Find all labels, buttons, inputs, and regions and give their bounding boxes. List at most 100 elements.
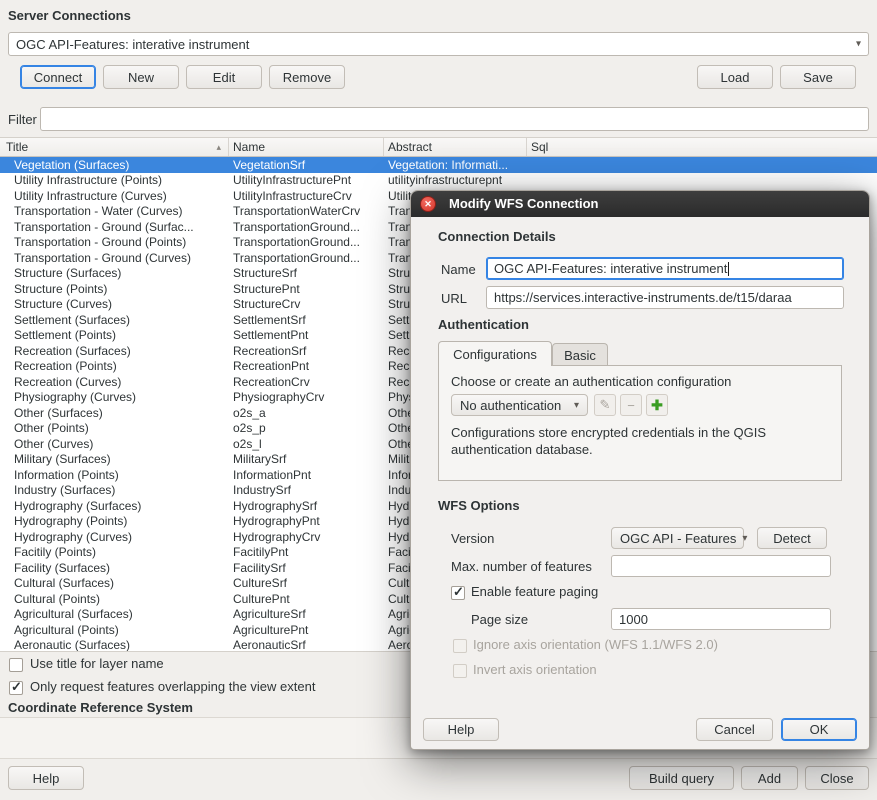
- cell-name: SettlementPnt: [229, 328, 384, 342]
- cell-name: o2s_l: [229, 437, 384, 451]
- dialog-titlebar[interactable]: ✕ Modify WFS Connection: [411, 191, 869, 217]
- connection-details-title: Connection Details: [438, 229, 556, 244]
- cell-name: UtilityInfrastructureCrv: [229, 189, 384, 203]
- column-header-sql[interactable]: Sql: [527, 138, 877, 156]
- cell-title: Physiography (Curves): [0, 390, 229, 404]
- url-label: URL: [441, 291, 467, 306]
- cell-name: AgricultureSrf: [229, 607, 384, 621]
- column-header-title[interactable]: Title ▴: [0, 138, 229, 156]
- sort-ascending-icon: ▴: [216, 142, 221, 153]
- load-button[interactable]: Load: [697, 65, 773, 89]
- detect-button[interactable]: Detect: [757, 527, 827, 549]
- cell-name: VegetationSrf: [229, 158, 384, 172]
- cell-name: InformationPnt: [229, 468, 384, 482]
- wfs-options-title: WFS Options: [438, 498, 520, 513]
- cell-title: Recreation (Surfaces): [0, 344, 229, 358]
- tab-basic[interactable]: Basic: [552, 343, 608, 366]
- cell-title: Transportation - Ground (Curves): [0, 251, 229, 265]
- add-auth-button[interactable]: ✚: [646, 394, 668, 416]
- cell-title: Other (Curves): [0, 437, 229, 451]
- ignore-axis-checkbox: [453, 639, 467, 653]
- table-header: Title ▴ Name Abstract Sql: [0, 138, 877, 157]
- dialog-help-button[interactable]: Help: [423, 718, 499, 741]
- cell-name: IndustrySrf: [229, 483, 384, 497]
- only-extent-checkbox[interactable]: [9, 681, 23, 695]
- max-features-field[interactable]: [611, 555, 831, 577]
- cell-title: Utility Infrastructure (Curves): [0, 189, 229, 203]
- remove-auth-button[interactable]: −: [620, 394, 642, 416]
- auth-config-select[interactable]: No authentication ▾: [451, 394, 588, 416]
- cell-name: StructureSrf: [229, 266, 384, 280]
- cell-name: CulturePnt: [229, 592, 384, 606]
- modify-wfs-connection-dialog: ✕ Modify WFS Connection Connection Detai…: [410, 190, 870, 750]
- invert-axis-label: Invert axis orientation: [473, 662, 597, 677]
- version-select[interactable]: OGC API - Features ▾: [611, 527, 744, 549]
- cell-name: RecreationSrf: [229, 344, 384, 358]
- help-button[interactable]: Help: [8, 766, 84, 790]
- cell-name: TransportationGround...: [229, 251, 384, 265]
- cell-title: Transportation - Water (Curves): [0, 204, 229, 218]
- connect-button[interactable]: Connect: [20, 65, 96, 89]
- filter-input[interactable]: [40, 107, 869, 131]
- cancel-button[interactable]: Cancel: [696, 718, 773, 741]
- name-field[interactable]: OGC API-Features: interative instrument: [486, 257, 844, 280]
- page-size-label: Page size: [471, 612, 528, 627]
- ok-button[interactable]: OK: [781, 718, 857, 741]
- auth-config-panel: Choose or create an authentication confi…: [438, 365, 842, 481]
- cell-name: UtilityInfrastructurePnt: [229, 173, 384, 187]
- add-button[interactable]: Add: [741, 766, 798, 790]
- cell-title: Recreation (Points): [0, 359, 229, 373]
- edit-button[interactable]: Edit: [186, 65, 262, 89]
- cell-name: TransportationGround...: [229, 235, 384, 249]
- tab-configurations[interactable]: Configurations: [438, 341, 552, 366]
- new-button[interactable]: New: [103, 65, 179, 89]
- cell-title: Facitily (Points): [0, 545, 229, 559]
- cell-name: RecreationPnt: [229, 359, 384, 373]
- table-row[interactable]: Utility Infrastructure (Points)UtilityIn…: [0, 173, 877, 189]
- filter-label: Filter: [8, 112, 37, 127]
- enable-paging-label: Enable feature paging: [471, 584, 598, 599]
- cell-title: Hydrography (Curves): [0, 530, 229, 544]
- cell-title: Facility (Surfaces): [0, 561, 229, 575]
- close-button[interactable]: Close: [805, 766, 869, 790]
- invert-axis-checkbox: [453, 664, 467, 678]
- column-header-name[interactable]: Name: [229, 138, 384, 156]
- url-field[interactable]: https://services.interactive-instruments…: [486, 286, 844, 309]
- remove-button[interactable]: Remove: [269, 65, 345, 89]
- cell-name: HydrographyCrv: [229, 530, 384, 544]
- minus-icon: −: [627, 398, 635, 413]
- enable-paging-checkbox[interactable]: [451, 586, 465, 600]
- cell-name: TransportationGround...: [229, 220, 384, 234]
- use-title-checkbox[interactable]: [9, 658, 23, 672]
- cell-title: Industry (Surfaces): [0, 483, 229, 497]
- cell-title: Settlement (Points): [0, 328, 229, 342]
- authentication-title: Authentication: [438, 317, 529, 332]
- build-query-button[interactable]: Build query: [629, 766, 734, 790]
- cell-title: Aeronautic (Surfaces): [0, 638, 229, 652]
- cell-title: Cultural (Points): [0, 592, 229, 606]
- page-size-field[interactable]: 1000: [611, 608, 831, 630]
- cell-name: CultureSrf: [229, 576, 384, 590]
- only-extent-label: Only request features overlapping the vi…: [30, 679, 315, 694]
- dialog-title: Modify WFS Connection: [449, 191, 598, 217]
- cell-title: Agricultural (Points): [0, 623, 229, 637]
- cell-name: HydrographySrf: [229, 499, 384, 513]
- cell-name: StructureCrv: [229, 297, 384, 311]
- cell-title: Hydrography (Surfaces): [0, 499, 229, 513]
- save-button[interactable]: Save: [780, 65, 856, 89]
- close-icon[interactable]: ✕: [420, 196, 436, 212]
- cell-name: o2s_a: [229, 406, 384, 420]
- connection-select[interactable]: OGC API-Features: interative instrument …: [8, 32, 869, 56]
- version-label: Version: [451, 531, 494, 546]
- cell-title: Cultural (Surfaces): [0, 576, 229, 590]
- cell-title: Structure (Points): [0, 282, 229, 296]
- cell-title: Information (Points): [0, 468, 229, 482]
- cell-title: Structure (Curves): [0, 297, 229, 311]
- cell-abstract: Vegetation: Informati...: [384, 158, 527, 172]
- table-row[interactable]: Vegetation (Surfaces)VegetationSrfVegeta…: [0, 157, 877, 173]
- cell-name: o2s_p: [229, 421, 384, 435]
- max-features-label: Max. number of features: [451, 559, 592, 574]
- cell-title: Recreation (Curves): [0, 375, 229, 389]
- column-header-abstract[interactable]: Abstract: [384, 138, 527, 156]
- edit-auth-button[interactable]: ✎: [594, 394, 616, 416]
